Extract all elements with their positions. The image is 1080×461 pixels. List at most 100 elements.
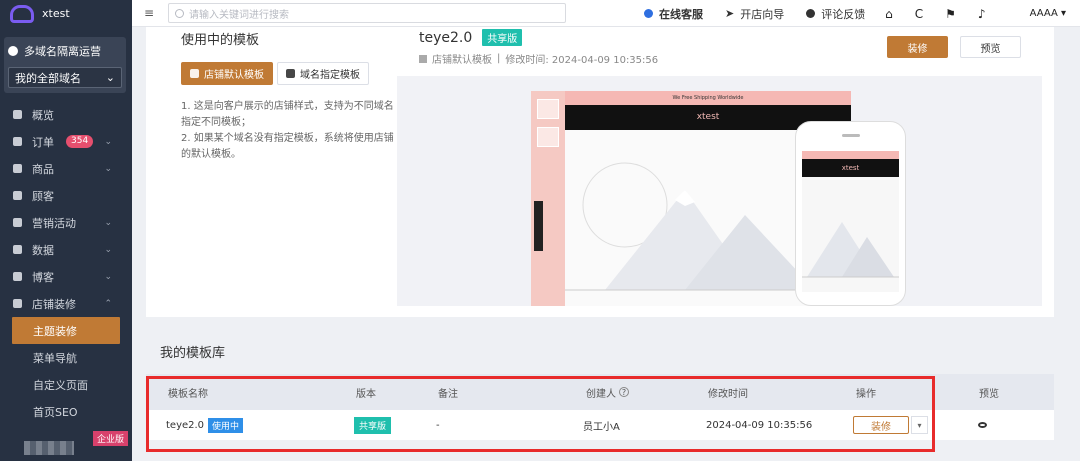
marketing-icon bbox=[13, 218, 22, 227]
template-notes: 1. 这是向客户展示的店铺样式，支持为不同域名指定不同模板； 2. 如果某个域名… bbox=[181, 101, 394, 160]
decorate-button[interactable]: 装修 bbox=[887, 36, 948, 58]
user-menu[interactable]: AAAA ▾ bbox=[1008, 8, 1066, 19]
top-bar: ≡ 请输入关键词进行搜索 在线客服 ➤ 开店向导 评论反馈 ⌂ C ⚑ ♪ AAA… bbox=[132, 0, 1080, 27]
chevron-down-icon: ⌄ bbox=[104, 271, 112, 282]
in-use-badge: 使用中 bbox=[208, 417, 244, 433]
col-header-actions: 操作 bbox=[856, 388, 876, 400]
dashboard-icon bbox=[13, 110, 22, 119]
share-badge: 共享版 bbox=[482, 29, 523, 46]
phone-notch bbox=[842, 134, 860, 137]
brush-icon bbox=[13, 299, 22, 308]
chevron-down-icon: ⌄ bbox=[104, 244, 112, 255]
top-icons: ⌂ C ⚑ ♪ AAAA ▾ bbox=[863, 0, 1066, 27]
table-row: teye2.0 使用中 共享版 - 员工小A 2024-04-09 10:35:… bbox=[146, 410, 1054, 440]
globe-icon bbox=[8, 46, 18, 56]
col-header-version: 版本 bbox=[356, 388, 376, 400]
home-icon[interactable]: ⌂ bbox=[885, 7, 893, 21]
chevron-up-icon: ⌃ bbox=[104, 298, 112, 309]
app-name: xtest bbox=[42, 7, 70, 20]
row-action-dropdown[interactable]: ▾ bbox=[911, 416, 928, 434]
mobile-hero bbox=[802, 177, 899, 292]
preview-thumb bbox=[537, 127, 559, 147]
globe-icon bbox=[286, 69, 295, 78]
comment-icon bbox=[806, 9, 816, 18]
template-info: 使用中的模板 店铺默认模板 域名指定模板 1. 这是向客户展示的店铺样式，支持为… bbox=[181, 27, 396, 163]
current-template-card: 使用中的模板 店铺默认模板 域名指定模板 1. 这是向客户展示的店铺样式，支持为… bbox=[146, 27, 1054, 317]
sidebar-item-products[interactable]: 商品 ⌄ bbox=[0, 155, 132, 182]
feedback-link[interactable]: 评论反馈 bbox=[806, 6, 865, 22]
sidebar-item-data[interactable]: 数据 ⌄ bbox=[0, 236, 132, 263]
blurred-account bbox=[24, 441, 74, 455]
domain-select[interactable]: 我的全部域名 ⌄ bbox=[8, 67, 122, 88]
col-header-modified: 修改时间 bbox=[708, 388, 748, 400]
row-creator: 员工小A bbox=[583, 421, 620, 433]
chevron-down-icon: ⌄ bbox=[104, 217, 112, 228]
sidebar-item-overview[interactable]: 概览 bbox=[0, 101, 132, 128]
refresh-icon[interactable]: C bbox=[915, 7, 923, 21]
chevron-down-icon: ⌄ bbox=[104, 136, 112, 147]
template-preview-area: teye2.0 共享版 店铺默认模板 | 修改时间: 2024-04-09 10… bbox=[397, 27, 1042, 306]
col-header-creator: 创建人? bbox=[586, 374, 629, 410]
guide-link[interactable]: ➤ 开店向导 bbox=[725, 6, 784, 22]
bell-icon[interactable]: ♪ bbox=[978, 7, 986, 21]
row-modified: 2024-04-09 10:35:56 bbox=[706, 419, 813, 431]
help-icon[interactable]: ? bbox=[619, 387, 629, 397]
table-header: 模板名称 版本 备注 创建人? 修改时间 操作 预览 bbox=[146, 374, 1054, 410]
row-name: teye2.0 使用中 bbox=[166, 410, 244, 440]
col-header-remark: 备注 bbox=[438, 388, 458, 400]
sidebar-item-orders[interactable]: 订单 354 ⌄ bbox=[0, 128, 132, 155]
send-icon: ➤ bbox=[725, 7, 735, 20]
sidebar-subitem-custom-page[interactable]: 自定义页面 bbox=[0, 371, 132, 398]
row-actions: 装修 ▾ bbox=[853, 410, 928, 440]
sidebar-footer: 企业版 bbox=[0, 431, 132, 461]
sidebar-item-marketing[interactable]: 营销活动 ⌄ bbox=[0, 209, 132, 236]
blog-icon bbox=[13, 272, 22, 281]
chevron-down-icon: ⌄ bbox=[104, 163, 112, 174]
search-input[interactable]: 请输入关键词进行搜索 bbox=[168, 3, 566, 23]
sidebar: xtest 多域名隔离运营 我的全部域名 ⌄ 概览 订单 354 ⌄ 商品 ⌄ 顾客 … bbox=[0, 0, 132, 461]
row-version: 共享版 bbox=[354, 410, 392, 440]
col-header-name: 模板名称 bbox=[168, 388, 208, 400]
sidebar-subitem-theme[interactable]: 主题装修 bbox=[12, 317, 120, 344]
chevron-down-icon: ▾ bbox=[917, 420, 922, 430]
tab-domain-template[interactable]: 域名指定模板 bbox=[277, 62, 369, 85]
customer-icon bbox=[13, 191, 22, 200]
tab-default-template[interactable]: 店铺默认模板 bbox=[181, 62, 273, 85]
row-remark: - bbox=[436, 419, 440, 431]
domain-switcher: 多域名隔离运营 我的全部域名 ⌄ bbox=[4, 37, 126, 93]
sidebar-item-store-design[interactable]: 店铺装修 ⌃ bbox=[0, 290, 132, 317]
preview-thumb bbox=[537, 99, 559, 119]
preview-banner: We Free Shipping Worldwide bbox=[565, 91, 851, 105]
preview-vertical-tab bbox=[534, 201, 543, 251]
col-header-preview: 预览 bbox=[979, 388, 999, 400]
mobile-nav: xtest bbox=[802, 159, 899, 177]
app-logo[interactable]: xtest bbox=[0, 0, 132, 27]
store-icon bbox=[190, 69, 199, 78]
top-actions: 在线客服 ➤ 开店向导 评论反馈 bbox=[644, 0, 887, 27]
preview-button[interactable]: 预览 bbox=[960, 36, 1021, 58]
mobile-preview: xtest bbox=[795, 121, 906, 306]
row-preview bbox=[978, 410, 987, 440]
sidebar-subitem-home-seo[interactable]: 首页SEO bbox=[0, 398, 132, 425]
sidebar-menu: 概览 订单 354 ⌄ 商品 ⌄ 顾客 营销活动 ⌄ 数据 ⌄ 博客 ⌄ 店铺装修 ⌃ 主题装… bbox=[0, 101, 132, 425]
search-icon bbox=[175, 8, 184, 18]
eye-icon[interactable] bbox=[978, 422, 987, 428]
logo-icon bbox=[10, 4, 34, 23]
domain-title: 多域名隔离运营 bbox=[8, 43, 122, 59]
chevron-down-icon: ⌄ bbox=[105, 71, 115, 84]
menu-toggle-icon[interactable]: ≡ bbox=[144, 6, 158, 20]
chart-icon bbox=[13, 245, 22, 254]
flag-icon[interactable]: ⚑ bbox=[945, 7, 956, 21]
product-icon bbox=[13, 164, 22, 173]
mountain-illustration bbox=[802, 222, 899, 278]
sidebar-subitem-menu-nav[interactable]: 菜单导航 bbox=[0, 344, 132, 371]
sidebar-item-customers[interactable]: 顾客 bbox=[0, 182, 132, 209]
row-decorate-button[interactable]: 装修 bbox=[853, 416, 909, 434]
store-icon bbox=[419, 54, 427, 63]
online-service-link[interactable]: 在线客服 bbox=[644, 6, 703, 22]
template-tabs: 店铺默认模板 域名指定模板 bbox=[181, 62, 396, 85]
sidebar-item-blog[interactable]: 博客 ⌄ bbox=[0, 263, 132, 290]
support-icon bbox=[644, 9, 653, 18]
mobile-banner bbox=[802, 151, 899, 159]
template-name: teye2.0 共享版 bbox=[419, 29, 523, 46]
